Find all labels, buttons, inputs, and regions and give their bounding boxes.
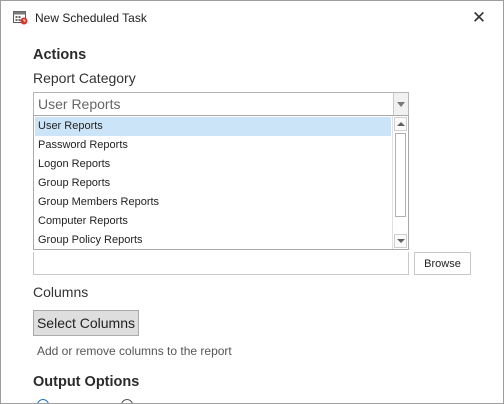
- list-item[interactable]: User Reports: [35, 117, 391, 136]
- list-item[interactable]: Group Policy Reports: [35, 231, 391, 250]
- close-button[interactable]: ✕: [467, 7, 491, 29]
- report-category-value: User Reports: [38, 96, 121, 112]
- report-category-dropdown-list: User Reports Password Reports Logon Repo…: [33, 115, 409, 250]
- output-option-radio-1[interactable]: [37, 399, 49, 403]
- scroll-up-arrow-icon[interactable]: [394, 117, 407, 131]
- dialog-title: New Scheduled Task: [35, 11, 147, 25]
- title-bar: New Scheduled Task ✕: [1, 1, 503, 35]
- scrollbar-thumb[interactable]: [395, 133, 406, 217]
- list-item[interactable]: Logon Reports: [35, 155, 391, 174]
- report-category-combobox[interactable]: User Reports: [33, 92, 409, 116]
- close-icon: ✕: [471, 8, 487, 27]
- columns-label: Columns: [33, 284, 89, 300]
- report-category-label: Report Category: [33, 70, 136, 86]
- calendar-clock-icon: [13, 11, 28, 25]
- chevron-down-icon[interactable]: [393, 93, 408, 115]
- scroll-down-arrow-icon[interactable]: [394, 234, 407, 248]
- output-options-heading: Output Options: [33, 374, 140, 390]
- select-columns-button[interactable]: Select Columns: [33, 310, 139, 336]
- browse-button[interactable]: Browse: [414, 252, 471, 275]
- dropdown-scrollbar[interactable]: [392, 116, 408, 249]
- output-option-radio-2[interactable]: [121, 399, 133, 403]
- columns-hint-text: Add or remove columns to the report: [37, 344, 232, 358]
- actions-heading: Actions: [33, 47, 87, 63]
- output-path-input[interactable]: [33, 252, 409, 275]
- list-item[interactable]: Computer Reports: [35, 212, 391, 231]
- new-scheduled-task-dialog: New Scheduled Task ✕ Actions Report Cate…: [0, 0, 504, 404]
- list-item[interactable]: Group Members Reports: [35, 193, 391, 212]
- list-item[interactable]: Password Reports: [35, 136, 391, 155]
- list-item[interactable]: Group Reports: [35, 174, 391, 193]
